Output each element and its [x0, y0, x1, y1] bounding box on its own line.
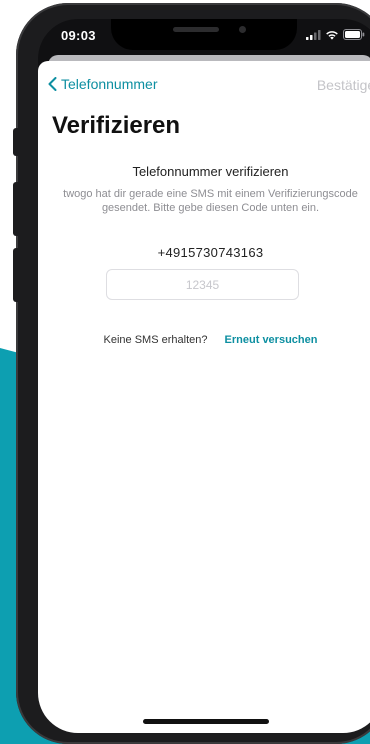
- resend-row: Keine SMS erhalten? Erneut versuchen: [38, 334, 370, 346]
- back-button[interactable]: Telefonnummer: [48, 76, 158, 92]
- verification-description: twogo hat dir gerade eine SMS mit einem …: [63, 188, 358, 214]
- front-camera: [239, 26, 246, 33]
- battery-icon: [343, 29, 365, 40]
- chevron-left-icon: [48, 77, 57, 91]
- verification-code-input[interactable]: [106, 269, 299, 300]
- retry-link[interactable]: Erneut versuchen: [225, 334, 318, 346]
- cellular-signal-icon: [306, 29, 321, 40]
- volume-down-button: [13, 248, 19, 302]
- home-indicator: [143, 719, 269, 724]
- navigation-bar: Telefonnummer Bestätigen: [38, 61, 370, 105]
- mute-switch: [13, 128, 19, 156]
- phone-number: +4915730743163: [157, 245, 264, 260]
- status-icons: [306, 29, 365, 40]
- phone-screen: 09:03 Telefonnummer Bestätig Verifiziere…: [38, 19, 370, 733]
- confirm-button[interactable]: Bestätigen: [317, 77, 370, 93]
- wifi-icon: [326, 30, 338, 40]
- page-title: Verifizieren: [52, 112, 181, 139]
- section-title: Telefonnummer verifizieren: [132, 164, 289, 179]
- volume-up-button: [13, 182, 19, 236]
- status-time: 09:03: [61, 28, 96, 43]
- speaker-grille: [173, 27, 219, 32]
- modal-sheet: Telefonnummer Bestätigen Verifizieren Te…: [38, 61, 370, 733]
- back-button-label: Telefonnummer: [61, 76, 158, 92]
- notch: [111, 19, 297, 50]
- resend-label: Keine SMS erhalten?: [103, 334, 208, 346]
- stage: 09:03 Telefonnummer Bestätig Verifiziere…: [0, 0, 370, 744]
